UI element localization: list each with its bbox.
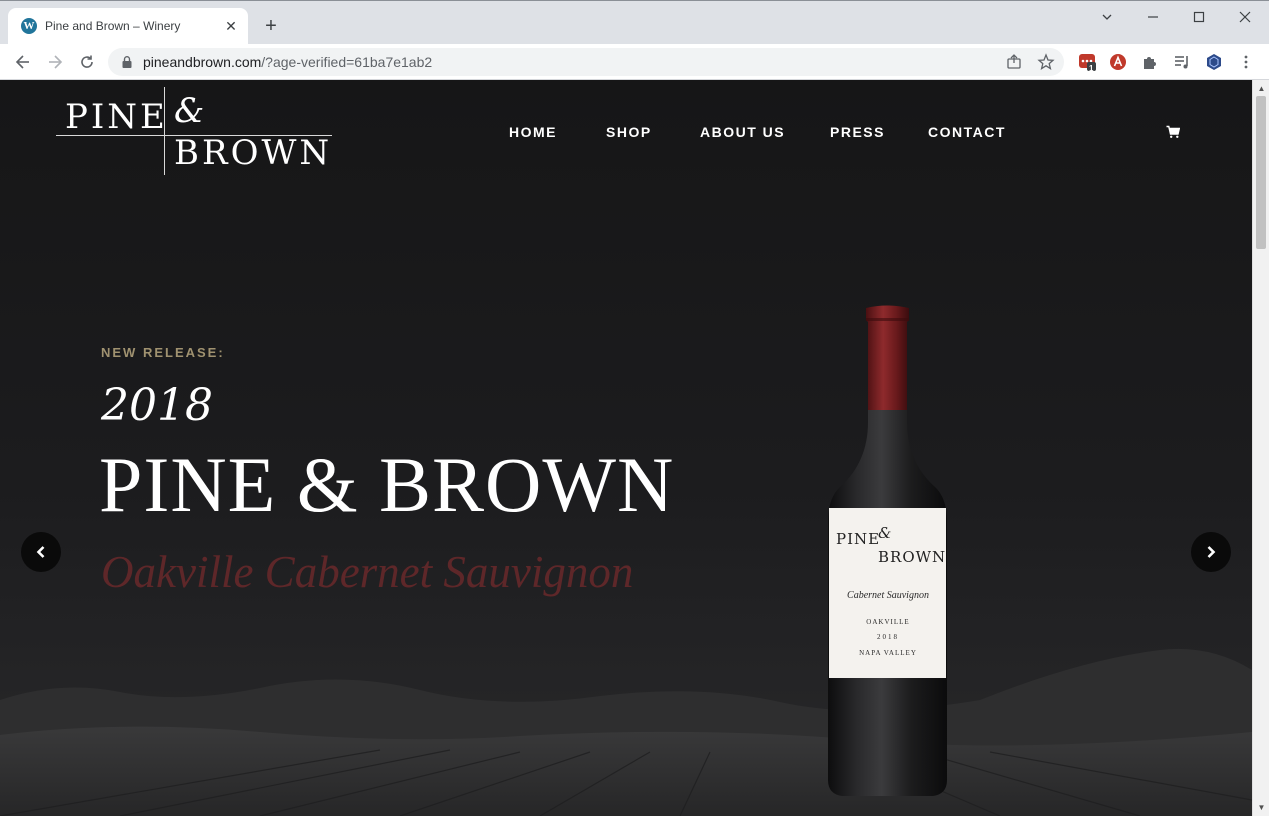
label-region: OAKVILLE xyxy=(866,618,910,626)
page-viewport: PINE & BROWN HOME SHOP ABOUT US PRESS CO… xyxy=(0,80,1252,816)
label-appellation: NAPA VALLEY xyxy=(859,649,917,657)
slider-prev-button[interactable] xyxy=(21,532,61,572)
forward-button[interactable] xyxy=(43,50,67,74)
address-bar[interactable]: pineandbrown.com/?age-verified=61ba7e1ab… xyxy=(108,48,1064,76)
nav-contact[interactable]: CONTACT xyxy=(928,124,1006,140)
slider-next-button[interactable] xyxy=(1191,532,1231,572)
hero-subtitle: Oakville Cabernet Sauvignon xyxy=(101,547,634,597)
maximize-button[interactable] xyxy=(1185,7,1213,27)
scroll-thumb[interactable] xyxy=(1256,96,1266,249)
hero-eyebrow: NEW RELEASE: xyxy=(101,345,225,360)
adblock-icon[interactable] xyxy=(1109,53,1127,71)
lock-icon[interactable] xyxy=(120,55,134,69)
reload-button[interactable] xyxy=(75,50,99,74)
wordpress-icon: W xyxy=(21,18,37,34)
vineyard-background xyxy=(0,648,1252,816)
media-queue-icon[interactable] xyxy=(1173,53,1191,71)
page-scrollbar[interactable]: ▲ ▼ xyxy=(1252,80,1269,816)
close-window-button[interactable] xyxy=(1231,7,1259,27)
back-button[interactable] xyxy=(11,50,35,74)
cart-icon[interactable] xyxy=(1166,125,1180,139)
minimize-button[interactable] xyxy=(1139,7,1167,27)
extension-badge: 1 xyxy=(1089,64,1094,73)
tab-title: Pine and Brown – Winery xyxy=(45,19,181,33)
nav-home[interactable]: HOME xyxy=(509,124,557,140)
puzzle-icon[interactable] xyxy=(1141,53,1159,71)
label-pine: PINE xyxy=(836,530,881,548)
browser-titlebar: W Pine and Brown – Winery ✕ + xyxy=(0,0,1269,45)
logo-word-brown: BROWN xyxy=(174,133,333,173)
browser-tab[interactable]: W Pine and Brown – Winery ✕ xyxy=(8,8,248,45)
share-icon[interactable] xyxy=(1005,53,1023,71)
hero-title: PINE & BROWN xyxy=(99,441,675,528)
nav-shop[interactable]: SHOP xyxy=(606,124,652,140)
logo-word-pine: PINE xyxy=(65,97,168,137)
label-brown: BROWN xyxy=(878,548,947,566)
url-path: /?age-verified=61ba7e1ab2 xyxy=(261,54,433,70)
label-ampersand: & xyxy=(878,524,892,542)
browser-toolbar: pineandbrown.com/?age-verified=61ba7e1ab… xyxy=(0,44,1269,80)
url-text[interactable]: pineandbrown.com/?age-verified=61ba7e1ab… xyxy=(143,54,432,70)
cube-extension-icon[interactable] xyxy=(1205,53,1223,71)
site-logo[interactable]: PINE & BROWN xyxy=(56,85,336,177)
wine-bottle-image: PINE & BROWN Cabernet Sauvignon OAKVILLE… xyxy=(820,302,955,800)
new-tab-button[interactable]: + xyxy=(259,15,283,39)
browser-menu-icon[interactable] xyxy=(1234,50,1258,74)
nav-about-us[interactable]: ABOUT US xyxy=(700,124,785,140)
tab-search-icon[interactable] xyxy=(1093,7,1121,27)
chevron-right-icon xyxy=(1207,546,1216,558)
label-varietal: Cabernet Sauvignon xyxy=(847,590,929,601)
bookmark-star-icon[interactable] xyxy=(1037,53,1055,71)
logo-ampersand: & xyxy=(174,91,205,131)
scroll-down-arrow-icon[interactable]: ▼ xyxy=(1257,803,1266,812)
hero-year: 2018 xyxy=(101,380,213,431)
close-tab-icon[interactable]: ✕ xyxy=(222,17,240,35)
scroll-up-arrow-icon[interactable]: ▲ xyxy=(1257,84,1266,93)
url-host: pineandbrown.com xyxy=(143,54,262,70)
nav-press[interactable]: PRESS xyxy=(830,124,885,140)
chevron-left-icon xyxy=(36,546,45,558)
label-vintage: 2018 xyxy=(877,633,899,641)
